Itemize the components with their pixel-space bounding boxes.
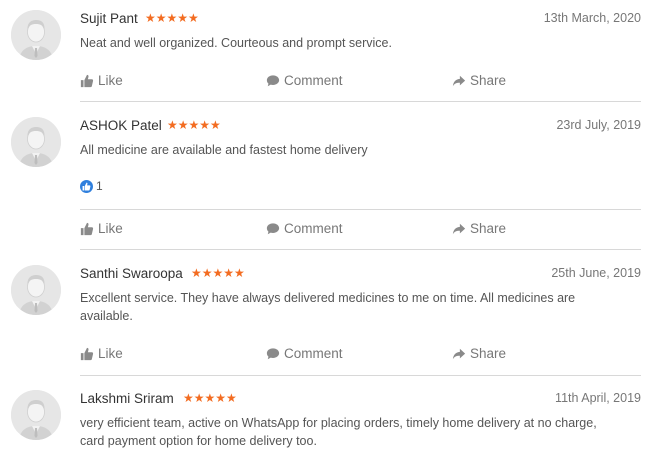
reviewer-name: Santhi Swaroopa [80,266,183,281]
reviewer-name: Sujit Pant [80,11,138,26]
comment-icon [266,74,280,88]
reviewer-name: Lakshmi Sriram [80,391,174,406]
review-text-line: available. [80,309,133,323]
reviewer-name: ASHOK Patel [80,118,162,133]
share-button[interactable]: Share [452,73,506,88]
comment-label: Comment [284,73,343,88]
thumbs-up-icon [80,74,94,88]
share-button[interactable]: Share [452,221,506,236]
review-date: 23rd July, 2019 [556,118,641,132]
review-date: 11th April, 2019 [555,391,641,405]
like-badge-icon [80,179,93,193]
share-icon [452,222,466,236]
thumbs-up-icon [80,222,94,236]
review-text-line: card payment option for home delivery to… [80,434,317,448]
comment-button[interactable]: Comment [266,73,343,88]
comment-button[interactable]: Comment [266,346,343,361]
divider [80,375,641,376]
comment-label: Comment [284,346,343,361]
share-label: Share [470,346,507,361]
share-label: Share [470,221,507,236]
avatar [11,390,61,440]
divider [80,209,641,210]
user-avatar-icon [11,10,61,60]
like-label: Like [98,346,123,361]
avatar [11,265,61,315]
user-avatar-icon [11,390,61,440]
share-icon [452,347,466,361]
like-button[interactable]: Like [80,346,123,361]
star-rating: ★★★★★ [183,391,237,405]
comment-button[interactable]: Comment [266,221,343,236]
comment-icon [266,347,280,361]
review-text-line: very efficient team, active on WhatsApp … [80,416,597,430]
like-count: 1 [80,179,103,193]
avatar [11,10,61,60]
user-avatar-icon [11,265,61,315]
user-avatar-icon [11,117,61,167]
review-text: Excellent service. They have always deli… [80,289,637,325]
star-rating: ★★★★★ [191,266,245,280]
divider [80,101,641,102]
star-rating: ★★★★★ [145,11,199,25]
like-count-value: 1 [96,179,103,193]
review-text: Neat and well organized. Courteous and p… [80,36,392,50]
divider [80,249,641,250]
review-text: very efficient team, active on WhatsApp … [80,414,637,450]
share-label: Share [470,73,507,88]
review-date: 13th March, 2020 [543,11,641,25]
star-rating: ★★★★★ [167,118,221,132]
avatar [11,117,61,167]
share-button[interactable]: Share [452,346,506,361]
thumbs-up-icon [80,347,94,361]
review-text: All medicine are available and fastest h… [80,143,368,157]
share-icon [452,74,466,88]
comment-icon [266,222,280,236]
like-label: Like [98,73,123,88]
review-text-line: Excellent service. They have always deli… [80,291,576,305]
like-button[interactable]: Like [80,221,123,236]
review-date: 25th June, 2019 [551,266,641,280]
comment-label: Comment [284,221,343,236]
like-button[interactable]: Like [80,73,123,88]
like-label: Like [98,221,123,236]
